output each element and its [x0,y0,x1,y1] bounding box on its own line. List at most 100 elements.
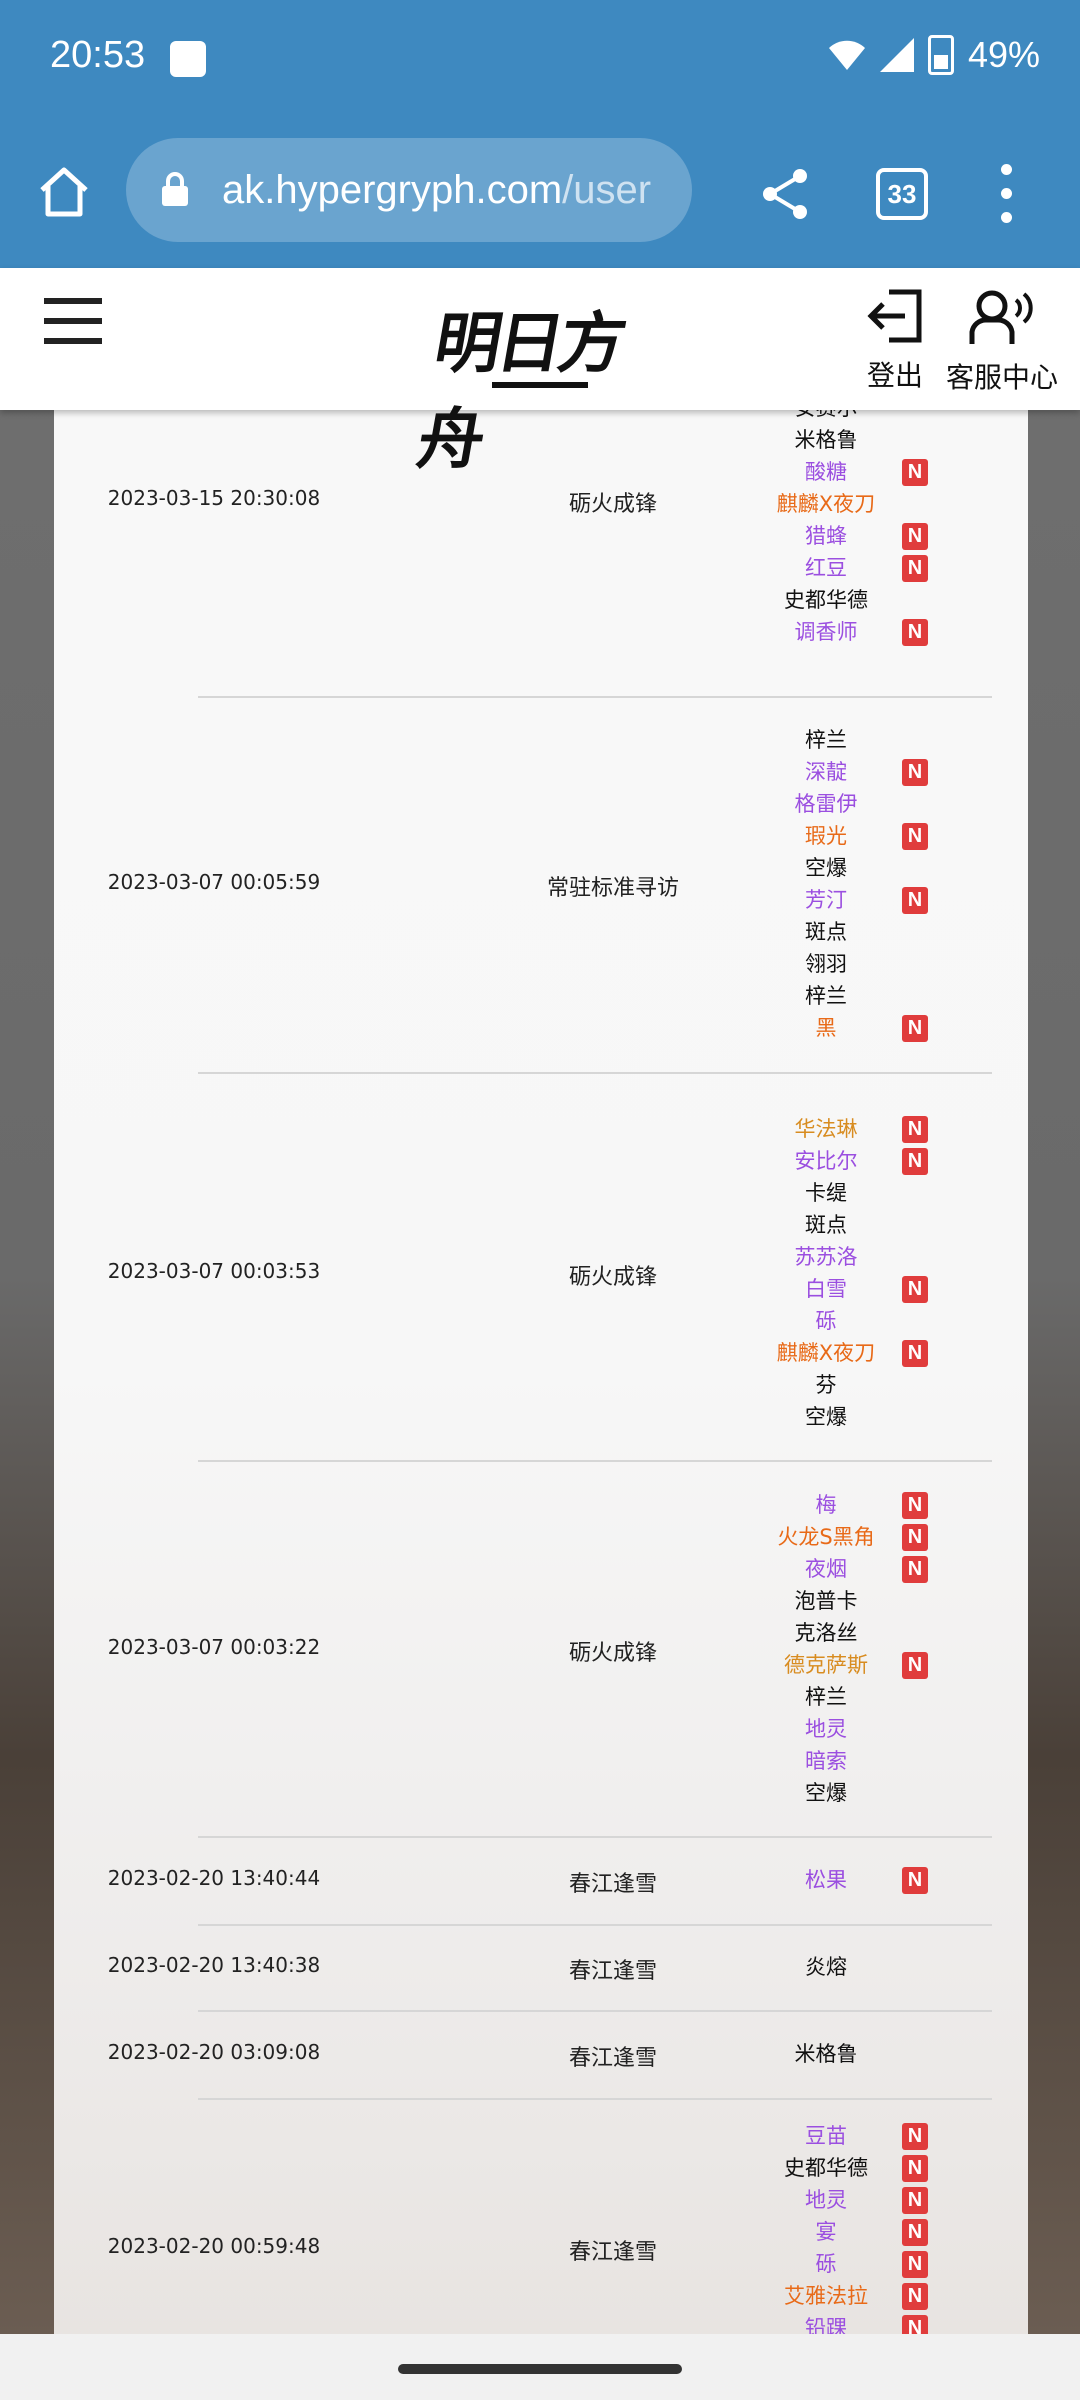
operator-name: 地灵 [805,2188,847,2212]
operator-entry: 麒麟X夜刀 [766,488,886,520]
operator-name: 翎羽 [805,952,847,976]
home-icon[interactable] [34,162,94,222]
operator-entry: 白雪 N [766,1273,928,1305]
share-icon[interactable] [756,164,816,224]
new-badge: N [902,1015,928,1042]
signal-icon [879,38,914,72]
new-badge: N [902,523,928,550]
time-cell: 2023-03-07 00:05:59 [54,870,374,894]
operator-name: 斑点 [805,1213,847,1237]
pool-name: 春江逢雪 [568,1872,657,1897]
status-right: 49% [828,34,1040,76]
url-host: ak.hypergryph.com [222,168,563,212]
operators-cell: 炎熔 [805,1951,978,1983]
operators-cell: 安赛尔米格鲁酸糖N麒麟X夜刀猎蜂N红豆N史都华德调香师N [777,392,978,648]
table-row: 2023-02-20 13:40:38 春江逢雪 炎熔 [108,1924,992,2012]
operator-entry: 克洛丝 [766,1617,886,1649]
draw-time: 2023-02-20 13:40:44 [107,1866,321,1890]
draw-time: 2023-02-20 13:40:38 [107,1953,321,1977]
operator-entry: 砾N [766,2248,928,2280]
operator-name: 调香师 [794,620,858,644]
operator-name: 斑点 [805,920,847,944]
new-badge: N [902,1524,928,1551]
operator-name: 火龙S黑角 [777,1525,875,1549]
time-cell: 2023-02-20 13:40:44 [54,1866,374,1890]
url-text: ak.hypergryph.com/user [222,168,672,213]
operator-entry: 黑N [766,1012,928,1044]
new-badge: N [902,1867,928,1894]
operator-name: 地灵 [805,1717,847,1741]
new-badge: N [902,1492,928,1519]
battery-level: 49% [967,34,1040,75]
site-logo[interactable]: 明日方舟 [412,286,660,478]
new-badge: N [902,1116,928,1143]
time-cell: 2023-03-07 00:03:53 [54,1259,374,1283]
new-badge: N [902,887,928,914]
operator-name: 麒麟X夜刀 [776,1341,876,1365]
new-badge: N [902,2251,928,2278]
operator-entry: 安比尔 N [766,1145,928,1177]
address-bar[interactable]: ak.hypergryph.com/user [126,138,692,242]
operator-name: 米格鲁 [794,428,858,452]
operator-name: 芬 [815,1373,837,1397]
status-bar: 20:53 49% [0,0,1080,120]
operators-cell: 梓兰 深靛 N 格雷伊 瑕光 N 空爆 芳汀 N 斑点 翎羽 梓兰黑 N [795,724,978,1044]
operator-entry: 调香师 N [766,616,928,648]
new-badge: N [902,2155,928,2182]
new-badge: N [902,2283,928,2310]
customer-service-icon [969,290,1033,344]
new-badge: N [902,2123,928,2150]
operator-name: 豆苗 [805,2124,847,2148]
new-badge: N [902,459,928,486]
operator-entry: 米格鲁 [766,2038,886,2070]
pool-name: 春江逢雪 [568,2240,657,2265]
operator-name: 砾 [815,2252,837,2276]
operator-entry: 芬 [766,1369,886,1401]
new-badge: N [902,1340,928,1367]
new-badge: N [902,1148,928,1175]
draw-time: 2023-02-20 00:59:48 [107,2234,321,2258]
operator-entry: 宴N [766,2216,928,2248]
tab-switcher-button[interactable]: 33 [876,168,928,220]
operator-entry: 豆苗 N [766,2120,928,2152]
operator-entry: 砾 [766,1305,886,1337]
operator-name: 宴 [815,2220,837,2244]
operator-entry: 史都华德 N [766,2152,928,2184]
new-badge: N [902,619,928,646]
draw-time: 2023-03-15 20:30:08 [107,486,321,510]
pool-name: 春江逢雪 [568,1959,657,1984]
operator-name: 米格鲁 [794,2042,858,2066]
operator-entry: 苏苏洛 [766,1241,886,1273]
operator-entry: 斑点 [766,916,886,948]
operator-entry: 斑点 [766,1209,886,1241]
operator-name: 空爆 [805,1781,847,1805]
operator-name: 红豆 [805,556,847,580]
operator-name: 史都华德 [784,588,868,612]
battery-icon [927,35,954,75]
hamburger-menu-icon[interactable] [44,298,102,344]
customer-service-button[interactable]: 客服中心 [946,286,1058,396]
operator-name: 克洛丝 [794,1621,858,1645]
gacha-history-table: 2023-03-15 20:30:08砺火成锋安赛尔米格鲁酸糖N麒麟X夜刀猎蜂N… [54,396,1028,2374]
operator-entry: 空爆 [766,1401,886,1433]
operator-entry: 瑕光 N [766,820,928,852]
operator-entry: 德克萨斯 N [766,1649,928,1681]
operator-name: 酸糖 [805,460,847,484]
logout-button[interactable]: 登出 [860,286,930,394]
operator-name: 梓兰 [805,1685,847,1709]
operators-cell: 华法琳 N 安比尔 N 卡缇 斑点 苏苏洛 白雪 N 砾麒麟X夜刀 N 芬空爆 [777,1113,978,1433]
time-cell: 2023-02-20 03:09:08 [54,2040,374,2064]
operator-name: 麒麟X夜刀 [776,492,876,516]
status-time: 20:53 [50,34,146,76]
more-menu-icon[interactable] [998,164,1014,224]
draw-time: 2023-02-20 03:09:08 [107,2040,321,2064]
home-gesture-handle[interactable] [398,2364,682,2374]
table-row: 2023-03-07 00:03:53 砺火成锋 华法琳 N 安比尔 N 卡缇 斑点 苏苏洛 白雪… [108,1086,992,1462]
operator-entry: 史都华德 [766,584,886,616]
operator-entry: 地灵 N [766,2184,928,2216]
operator-name: 苏苏洛 [794,1245,858,1269]
operator-name: 华法琳 [794,1117,858,1141]
operator-name: 空爆 [805,1405,847,1429]
logout-icon [867,289,922,343]
operator-entry: 暗索 [766,1745,886,1777]
